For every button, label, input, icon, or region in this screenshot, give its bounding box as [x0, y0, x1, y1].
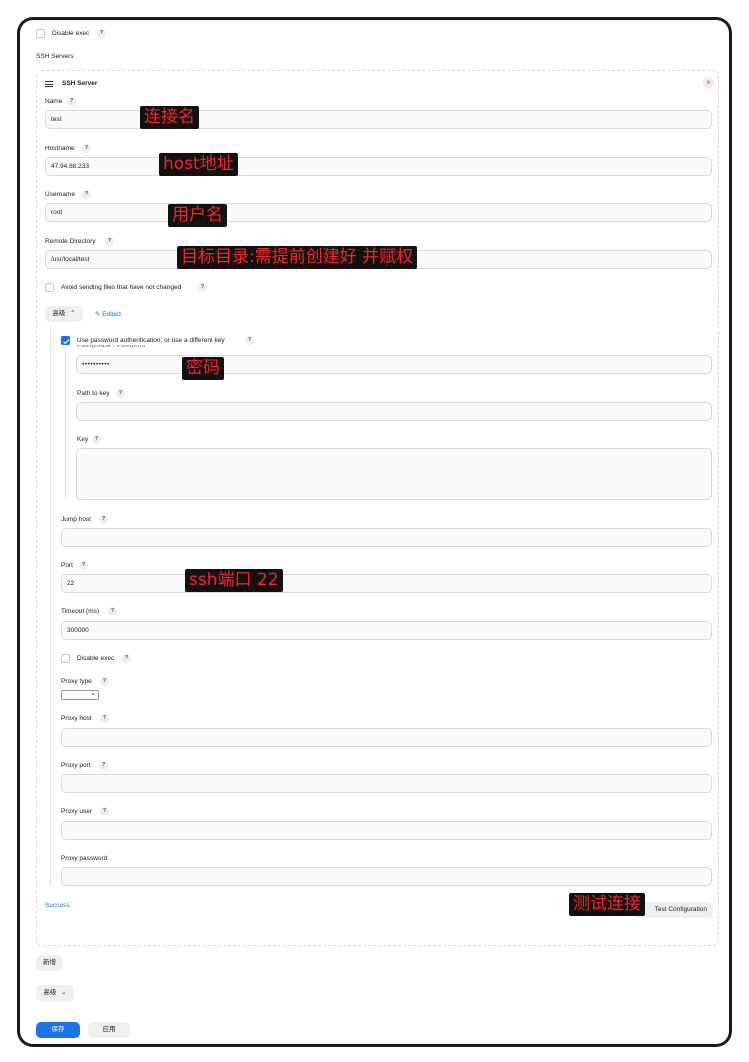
help-icon[interactable]: ? — [82, 190, 91, 199]
test-status-text: Success — [45, 902, 70, 909]
hostname-input[interactable]: 47.94.88.233 — [45, 157, 712, 176]
annotation-test: 测试连接 — [569, 893, 645, 916]
add-button[interactable]: 新增 — [36, 955, 63, 971]
help-icon[interactable]: ? — [82, 144, 91, 153]
footer-advanced-label: 高级 — [43, 989, 57, 996]
passphrase-input[interactable]: •••••••••• — [76, 355, 712, 374]
passphrase-label: Passphrase / Password — [77, 345, 146, 349]
use-password-checkbox[interactable] — [61, 336, 70, 345]
avoid-sending-checkbox[interactable] — [45, 283, 54, 292]
proxy-password-label: Proxy password — [61, 855, 108, 862]
top-disable-exec-label: Disable exec — [52, 30, 90, 37]
help-icon[interactable]: ? — [100, 714, 109, 723]
hostname-label: Hostname — [45, 145, 75, 152]
close-icon[interactable]: × — [703, 77, 714, 88]
username-label: Username — [45, 191, 75, 198]
config-panel: Disable exec ? SSH Servers SSH Server × … — [20, 20, 729, 1044]
top-disable-exec-checkbox[interactable] — [36, 29, 45, 38]
help-icon[interactable]: ? — [79, 561, 88, 570]
footer-advanced-button[interactable]: 高级 ⌄ — [36, 985, 74, 1001]
jump-host-input[interactable] — [61, 528, 712, 547]
use-password-label: Use password authentication, or use a di… — [77, 337, 225, 344]
help-icon[interactable]: ? — [100, 677, 109, 686]
key-label: Key — [77, 436, 89, 443]
name-label: Name — [45, 98, 63, 105]
help-icon[interactable]: ? — [116, 389, 125, 398]
proxy-user-input[interactable] — [61, 821, 712, 840]
advanced-section-rule — [50, 326, 51, 886]
key-textarea[interactable] — [76, 448, 712, 500]
annotation-remote-dir: 目标目录:需提前创建好 并赋权 — [177, 246, 418, 269]
annotation-username: 用户名 — [168, 204, 227, 227]
jump-host-label: Jump host — [61, 516, 91, 523]
annotation-name: 连接名 — [140, 106, 199, 129]
edited-indicator: ✎ Edited — [95, 310, 121, 318]
help-icon[interactable]: ? — [100, 807, 109, 816]
help-icon[interactable]: ? — [99, 761, 108, 770]
timeout-input[interactable]: 300000 — [61, 621, 712, 640]
help-icon[interactable]: ? — [97, 29, 106, 38]
password-section-rule — [65, 350, 66, 498]
port-label: Port — [61, 562, 73, 569]
advanced-toggle-button[interactable]: 高级 ⌃ — [45, 306, 83, 322]
section-title: SSH Servers — [36, 53, 74, 60]
proxy-type-select[interactable]: ⌄ — [61, 690, 99, 700]
help-icon[interactable]: ? — [105, 237, 114, 246]
test-configuration-button[interactable]: Test Configuration — [633, 902, 713, 918]
apply-button[interactable]: 应用 — [88, 1022, 130, 1038]
ssh-server-card: SSH Server × Name ? test Hostname ? 47.9… — [36, 70, 719, 946]
remote-dir-label: Remote Directory — [45, 238, 96, 245]
disable-exec-checkbox[interactable] — [61, 654, 70, 663]
proxy-port-label: Proxy port — [61, 762, 91, 769]
proxy-host-input[interactable] — [61, 728, 712, 747]
chevron-up-icon: ⌃ — [70, 310, 76, 317]
help-icon[interactable]: ? — [92, 435, 101, 444]
path-to-key-input[interactable] — [76, 402, 712, 421]
proxy-host-label: Proxy host — [61, 715, 92, 722]
avoid-sending-label: Avoid sending files that have not change… — [61, 284, 182, 291]
help-icon[interactable]: ? — [122, 654, 131, 663]
username-input[interactable]: root — [45, 203, 712, 222]
edited-label: Edited — [102, 311, 121, 318]
advanced-toggle-label: 高级 — [52, 310, 66, 317]
annotation-port: ssh端口 22 — [185, 569, 283, 592]
help-icon[interactable]: ? — [99, 515, 108, 524]
card-title: SSH Server — [62, 80, 98, 87]
chevron-down-icon: ⌄ — [61, 989, 67, 996]
annotation-hostname: host地址 — [159, 153, 238, 176]
path-to-key-label: Path to key — [77, 390, 110, 397]
help-icon[interactable]: ? — [198, 283, 207, 292]
timeout-label: Timeout (ms) — [61, 608, 100, 615]
pencil-icon: ✎ — [95, 311, 101, 318]
disable-exec-label: Disable exec — [77, 655, 115, 662]
proxy-user-label: Proxy user — [61, 808, 93, 815]
help-icon[interactable]: ? — [67, 97, 76, 106]
proxy-port-input[interactable] — [61, 774, 712, 793]
proxy-type-label: Proxy type — [61, 678, 92, 685]
drag-handle-icon[interactable] — [45, 81, 53, 87]
proxy-password-input[interactable] — [61, 867, 712, 886]
save-button[interactable]: 保存 — [36, 1022, 80, 1038]
annotation-password: 密码 — [182, 357, 224, 380]
chevron-down-icon: ⌄ — [90, 690, 96, 697]
help-icon[interactable]: ? — [108, 607, 117, 616]
port-input[interactable]: 22 — [61, 574, 712, 593]
help-icon[interactable]: ? — [245, 336, 254, 345]
